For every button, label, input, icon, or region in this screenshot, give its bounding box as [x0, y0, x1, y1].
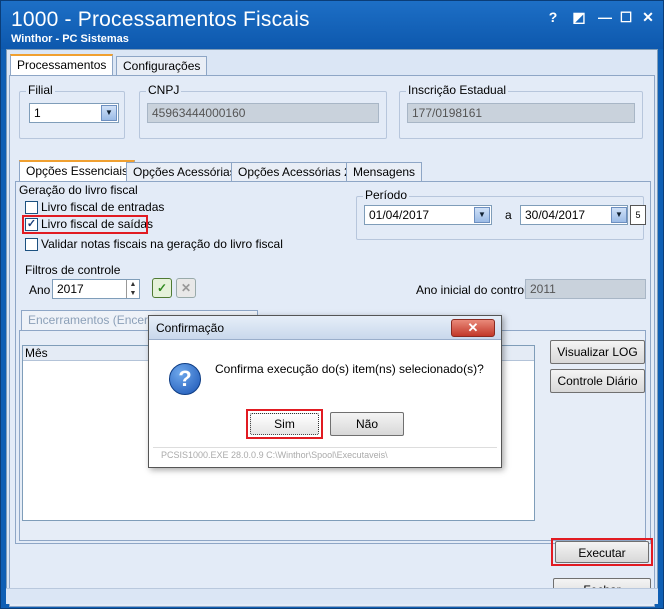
executar-button[interactable]: Executar [555, 541, 649, 563]
help-button[interactable]: ? [544, 9, 562, 25]
validar-notas-label: Validar notas fiscais na geração do livr… [41, 237, 283, 251]
title-bar[interactable]: 1000 - Processamentos Fiscais Winthor - … [1, 1, 663, 49]
minimize-button[interactable]: — [596, 9, 614, 25]
checkbox-livro-entradas[interactable] [25, 201, 38, 214]
ano-inicial-field: 2011 [525, 279, 646, 299]
maximize-button[interactable]: ☐ [617, 9, 635, 25]
tab-opcoes-acessorias[interactable]: Opções Acessórias [126, 162, 243, 182]
inscricao-field: 177/0198161 [407, 103, 635, 123]
dialog-footer: PCSIS1000.EXE 28.0.0.9 C:\Winthor\Spool\… [153, 447, 497, 463]
status-bar [6, 588, 658, 604]
tab-opcoes-essenciais[interactable]: Opções Essenciais [19, 160, 136, 182]
cnpj-label: CNPJ [146, 83, 182, 97]
visualizar-log-button[interactable]: Visualizar LOG [550, 340, 645, 364]
inscricao-label: Inscrição Estadual [406, 83, 509, 97]
checkbox-validar-notas[interactable] [25, 238, 38, 251]
controle-diario-button[interactable]: Controle Diário [550, 369, 645, 393]
periodo-start-field[interactable]: 01/04/2017 [364, 205, 492, 225]
tab-processamentos[interactable]: Processamentos [10, 54, 114, 76]
periodo-separator: a [505, 208, 512, 222]
nao-button[interactable]: Não [330, 412, 404, 436]
confirmation-dialog: Confirmação ✕ ? Confirma execução do(s) … [148, 315, 502, 468]
periodo-label: Período [363, 188, 410, 202]
close-button[interactable]: ✕ [639, 9, 657, 25]
ano-label: Ano [29, 283, 51, 297]
tab-opcoes-acessorias-2[interactable]: Opções Acessórias 2 [231, 162, 358, 182]
calendar-icon[interactable]: 5 [630, 205, 646, 225]
dialog-title: Confirmação [156, 321, 225, 335]
chevron-down-icon[interactable]: ▼ [101, 105, 117, 121]
app-window: 1000 - Processamentos Fiscais Winthor - … [0, 0, 664, 609]
dialog-title-bar[interactable]: Confirmação ✕ [149, 316, 501, 340]
cnpj-field: 45963444000160 [147, 103, 379, 123]
filial-value: 1 [34, 106, 41, 120]
question-icon: ? [169, 363, 201, 395]
window-title: 1000 - Processamentos Fiscais [11, 8, 310, 31]
dialog-close-button[interactable]: ✕ [451, 319, 495, 337]
dialog-message: Confirma execução do(s) item(ns) selecio… [215, 362, 484, 376]
livro-entradas-label: Livro fiscal de entradas [41, 200, 165, 214]
chevron-down-icon[interactable]: ▼ [611, 207, 627, 223]
spin-icon[interactable]: ▲ ▼ [126, 280, 139, 298]
ano-inicial-label: Ano inicial do controle [416, 283, 534, 297]
confirm-icon[interactable]: ✓ [152, 278, 172, 298]
chevron-down-icon[interactable]: ▼ [474, 207, 490, 223]
filtros-title: Filtros de controle [25, 263, 121, 277]
highlight-box [22, 215, 148, 234]
cancel-icon[interactable]: ✕ [176, 278, 196, 298]
tab-mensagens[interactable]: Mensagens [346, 162, 423, 182]
window-subtitle: Winthor - PC Sistemas [11, 33, 129, 45]
tab-configuracoes[interactable]: Configurações [116, 56, 208, 76]
geracao-title: Geração do livro fiscal [19, 183, 138, 197]
filial-label: Filial [26, 83, 55, 97]
restore-icon[interactable]: ◩ [570, 9, 588, 25]
sim-button[interactable]: Sim [250, 413, 319, 435]
